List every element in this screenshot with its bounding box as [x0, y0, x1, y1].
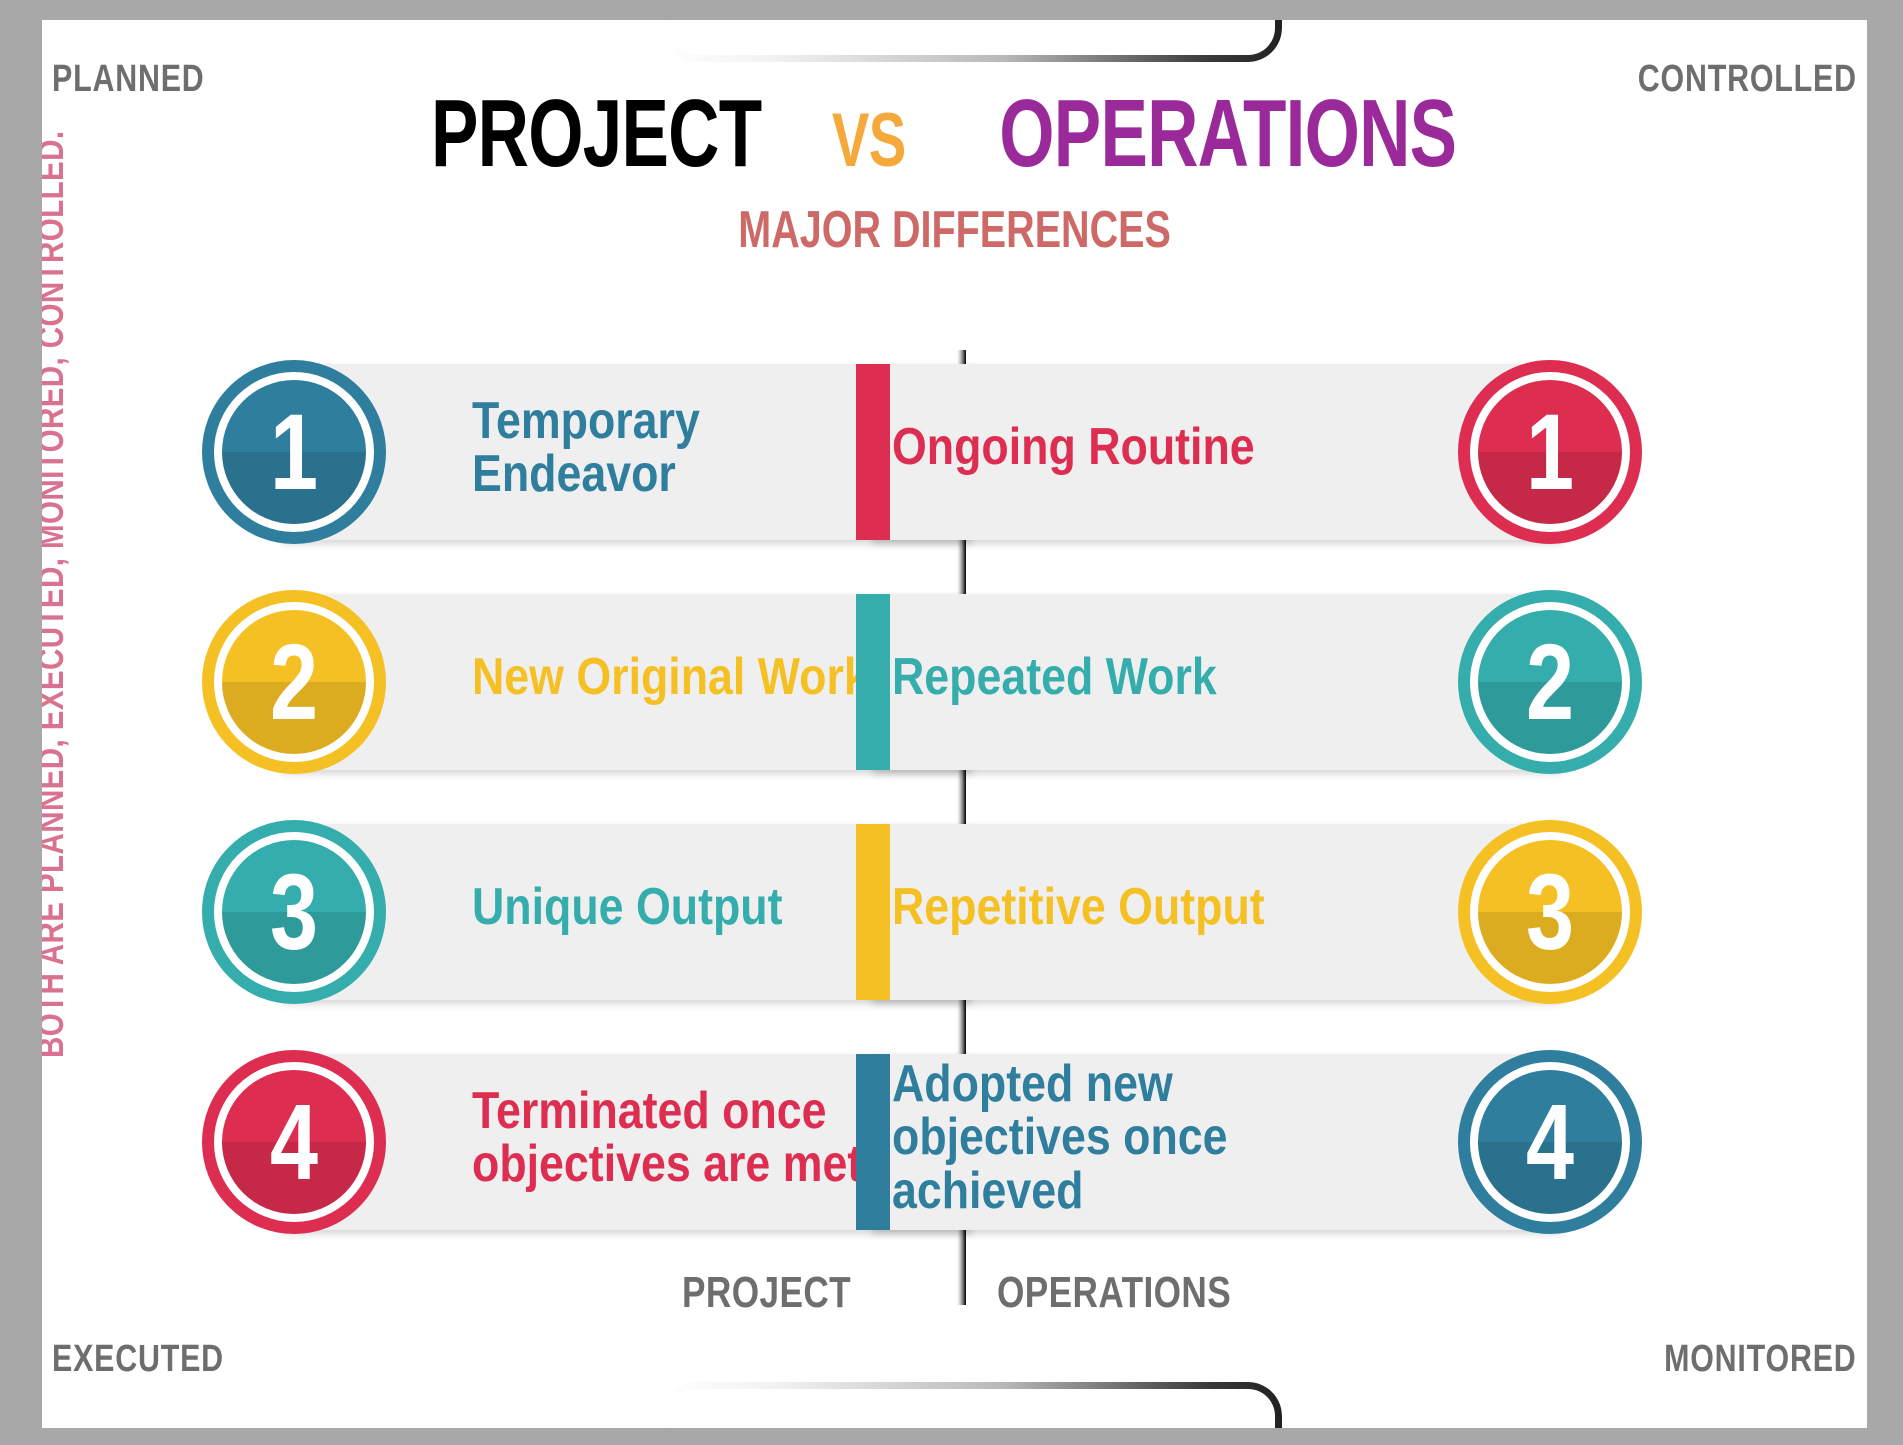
row-label-text: Adopted new objectives once achieved: [892, 1055, 1228, 1220]
row-label: Repetitive Output: [892, 810, 1372, 1006]
badge-disc: 1: [222, 380, 366, 524]
corner-label-monitored: MONITORED: [1664, 1338, 1857, 1380]
badge-disc: 3: [222, 840, 366, 984]
badge-number: 1: [1525, 391, 1575, 512]
badge-number: 1: [269, 391, 319, 512]
row-label: Adopted new objectives once achieved: [892, 1040, 1372, 1236]
badge-number: 2: [1525, 621, 1575, 742]
frame-decoration-bottom: [662, 1382, 1282, 1428]
row-label-text: New Original Work: [472, 648, 869, 707]
page-title: PROJECT VS OPERATIONS: [42, 86, 1867, 182]
infographic-poster: PLANNED CONTROLLED EXECUTED MONITORED BO…: [0, 0, 1903, 1445]
title-vs: VS: [832, 98, 906, 183]
comparison-row: Repetitive Output 3: [856, 810, 1622, 1006]
operations-column: Ongoing Routine 1 Repeated Work 2 Repetitive…: [832, 350, 1662, 1270]
row-label: Repeated Work: [892, 580, 1372, 776]
poster-canvas: PLANNED CONTROLLED EXECUTED MONITORED BO…: [42, 20, 1867, 1428]
step-number-badge: 1: [1458, 360, 1642, 544]
badge-number: 3: [269, 851, 319, 972]
badge-number: 4: [1525, 1081, 1575, 1202]
badge-disc: 2: [1478, 610, 1622, 754]
step-number-badge: 1: [202, 360, 386, 544]
badge-disc: 3: [1478, 840, 1622, 984]
row-label: Ongoing Routine: [892, 350, 1372, 546]
row-label-text: Ongoing Routine: [892, 418, 1255, 477]
page-subtitle: MAJOR DIFFERENCES: [42, 200, 1867, 260]
badge-disc: 4: [1478, 1070, 1622, 1214]
step-number-badge: 3: [1458, 820, 1642, 1004]
badge-number: 2: [269, 621, 319, 742]
badge-disc: 2: [222, 610, 366, 754]
subtitle-text: MAJOR DIFFERENCES: [738, 201, 1171, 259]
corner-label-executed: EXECUTED: [52, 1338, 224, 1380]
comparison-columns: Temporary Endeavor 1 New Original Work 2 Uni…: [42, 350, 1867, 1270]
step-number-badge: 2: [202, 590, 386, 774]
badge-disc: 4: [222, 1070, 366, 1214]
row-accent-bar: [856, 594, 890, 770]
frame-decoration-top: [662, 20, 1282, 62]
title-operations: OPERATIONS: [998, 80, 1457, 187]
row-label-text: Repetitive Output: [892, 878, 1265, 937]
row-accent-bar: [856, 364, 890, 540]
step-number-badge: 4: [1458, 1050, 1642, 1234]
row-label-text: Repeated Work: [892, 648, 1217, 707]
category-label-project: PROJECT: [682, 1268, 893, 1318]
row-accent-bar: [856, 824, 890, 1000]
comparison-row: Adopted new objectives once achieved 4: [856, 1040, 1622, 1236]
category-label-operations: OPERATIONS: [997, 1268, 1290, 1318]
row-accent-bar: [856, 1054, 890, 1230]
category-label-project-text: PROJECT: [682, 1268, 852, 1317]
step-number-badge: 3: [202, 820, 386, 1004]
badge-disc: 1: [1478, 380, 1622, 524]
row-label-text: Temporary Endeavor: [472, 391, 700, 503]
row-label-text: Terminated once objectives are met: [472, 1081, 863, 1193]
title-project: PROJECT: [430, 80, 762, 187]
step-number-badge: 4: [202, 1050, 386, 1234]
row-label-text: Unique Output: [472, 878, 783, 937]
badge-number: 4: [269, 1081, 319, 1202]
badge-number: 3: [1525, 851, 1575, 972]
step-number-badge: 2: [1458, 590, 1642, 774]
comparison-row: Repeated Work 2: [856, 580, 1622, 776]
category-label-operations-text: OPERATIONS: [997, 1268, 1232, 1317]
comparison-row: Ongoing Routine 1: [856, 350, 1622, 546]
